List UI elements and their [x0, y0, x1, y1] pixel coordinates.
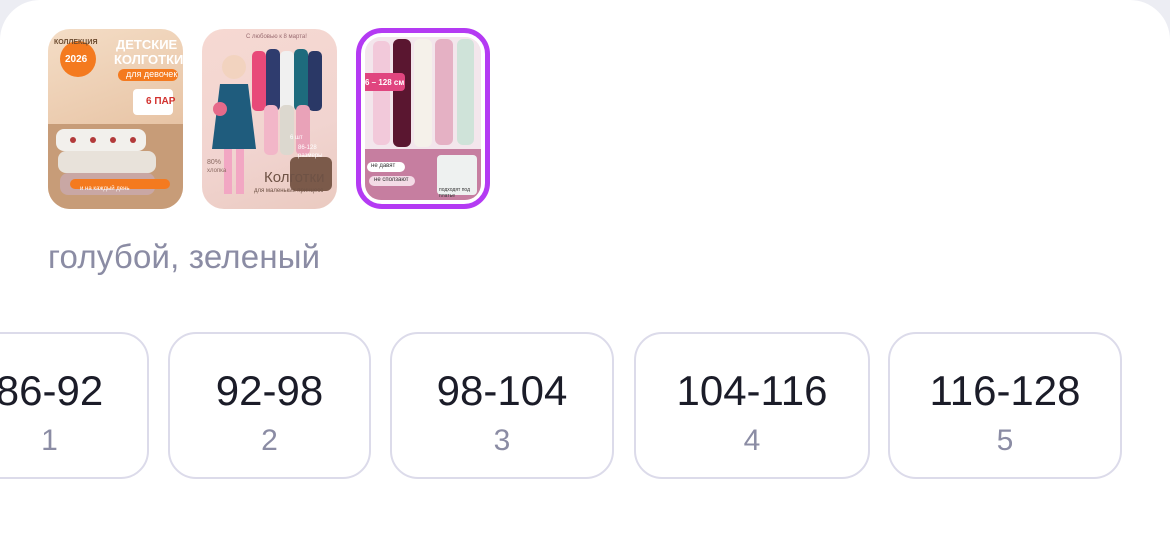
thumb1-line1: ДЕТСКИЕ: [116, 37, 178, 52]
thumbnail-3-image: 6 – 128 см не давят не сползают подходят…: [365, 37, 481, 200]
thumb3-range: 6 – 128 см: [365, 78, 405, 87]
size-option-4[interactable]: 104-116 4: [634, 332, 870, 479]
size-stock-count: 5: [996, 424, 1014, 457]
thumbnail-3-artwork: [365, 37, 481, 200]
selected-color-label: голубой, зеленый: [48, 238, 321, 275]
size-range: 86-92: [0, 367, 104, 414]
thumb2-percent: 80%: [207, 159, 222, 166]
variant-thumbnail-2[interactable]: С любовью к 8 марта! 6 шт 86-128 размеры…: [202, 29, 337, 209]
variant-thumbnails: КОЛЛЕКЦИЯ 2026 ДЕТСКИЕ КОЛГОТКИ для дево…: [48, 28, 509, 209]
thumb1-badge-top: КОЛЛЕКЦИЯ: [54, 39, 98, 46]
thumb2-subtitle: для маленьких принцесс: [254, 188, 324, 194]
size-option-1[interactable]: 86-92 1: [0, 332, 149, 479]
size-range: 104-116: [676, 367, 828, 414]
thumb2-percent-sub: хлопка: [207, 168, 227, 174]
size-option-2[interactable]: 92-98 2: [168, 332, 371, 479]
thumb1-line3: для девочек: [126, 69, 178, 79]
size-option-3[interactable]: 98-104 3: [390, 332, 614, 479]
thumb2-count: 6 шт: [290, 135, 303, 141]
thumb2-range-sub: размеры: [298, 153, 323, 159]
size-stock-count: 1: [41, 424, 58, 457]
size-stock-count: 4: [743, 424, 761, 457]
size-option-5[interactable]: 116-128 5: [888, 332, 1122, 479]
thumb1-badge: 2026: [65, 54, 88, 65]
variant-thumbnail-1[interactable]: КОЛЛЕКЦИЯ 2026 ДЕТСКИЕ КОЛГОТКИ для дево…: [48, 29, 183, 209]
thumb2-top: С любовью к 8 марта!: [246, 34, 307, 40]
thumb2-range: 86-128: [298, 145, 317, 151]
variant-thumbnail-3-selected[interactable]: 6 – 128 см не давят не сползают подходят…: [356, 28, 490, 209]
thumb2-title: Колготки: [264, 169, 325, 186]
size-range: 116-128: [929, 367, 1081, 414]
size-range: 92-98: [215, 367, 324, 414]
product-options-card: КОЛЛЕКЦИЯ 2026 ДЕТСКИЕ КОЛГОТКИ для дево…: [0, 0, 1170, 560]
thumb1-line2: КОЛГОТКИ: [114, 52, 183, 67]
size-stock-count: 3: [493, 424, 511, 457]
size-stock-count: 2: [261, 424, 278, 457]
thumb3-chip2: не сползают: [374, 177, 409, 183]
thumb1-footer: и на каждый день: [80, 186, 130, 192]
thumb3-chip1: не давят: [371, 163, 396, 169]
thumb1-pack: 6 ПАР: [146, 96, 176, 107]
size-range: 98-104: [436, 367, 568, 414]
size-selector: 86-92 1 92-98 2 98-104 3 104-116 4 116-1…: [0, 332, 1170, 482]
thumb3-note: подходят под платье: [439, 187, 471, 199]
